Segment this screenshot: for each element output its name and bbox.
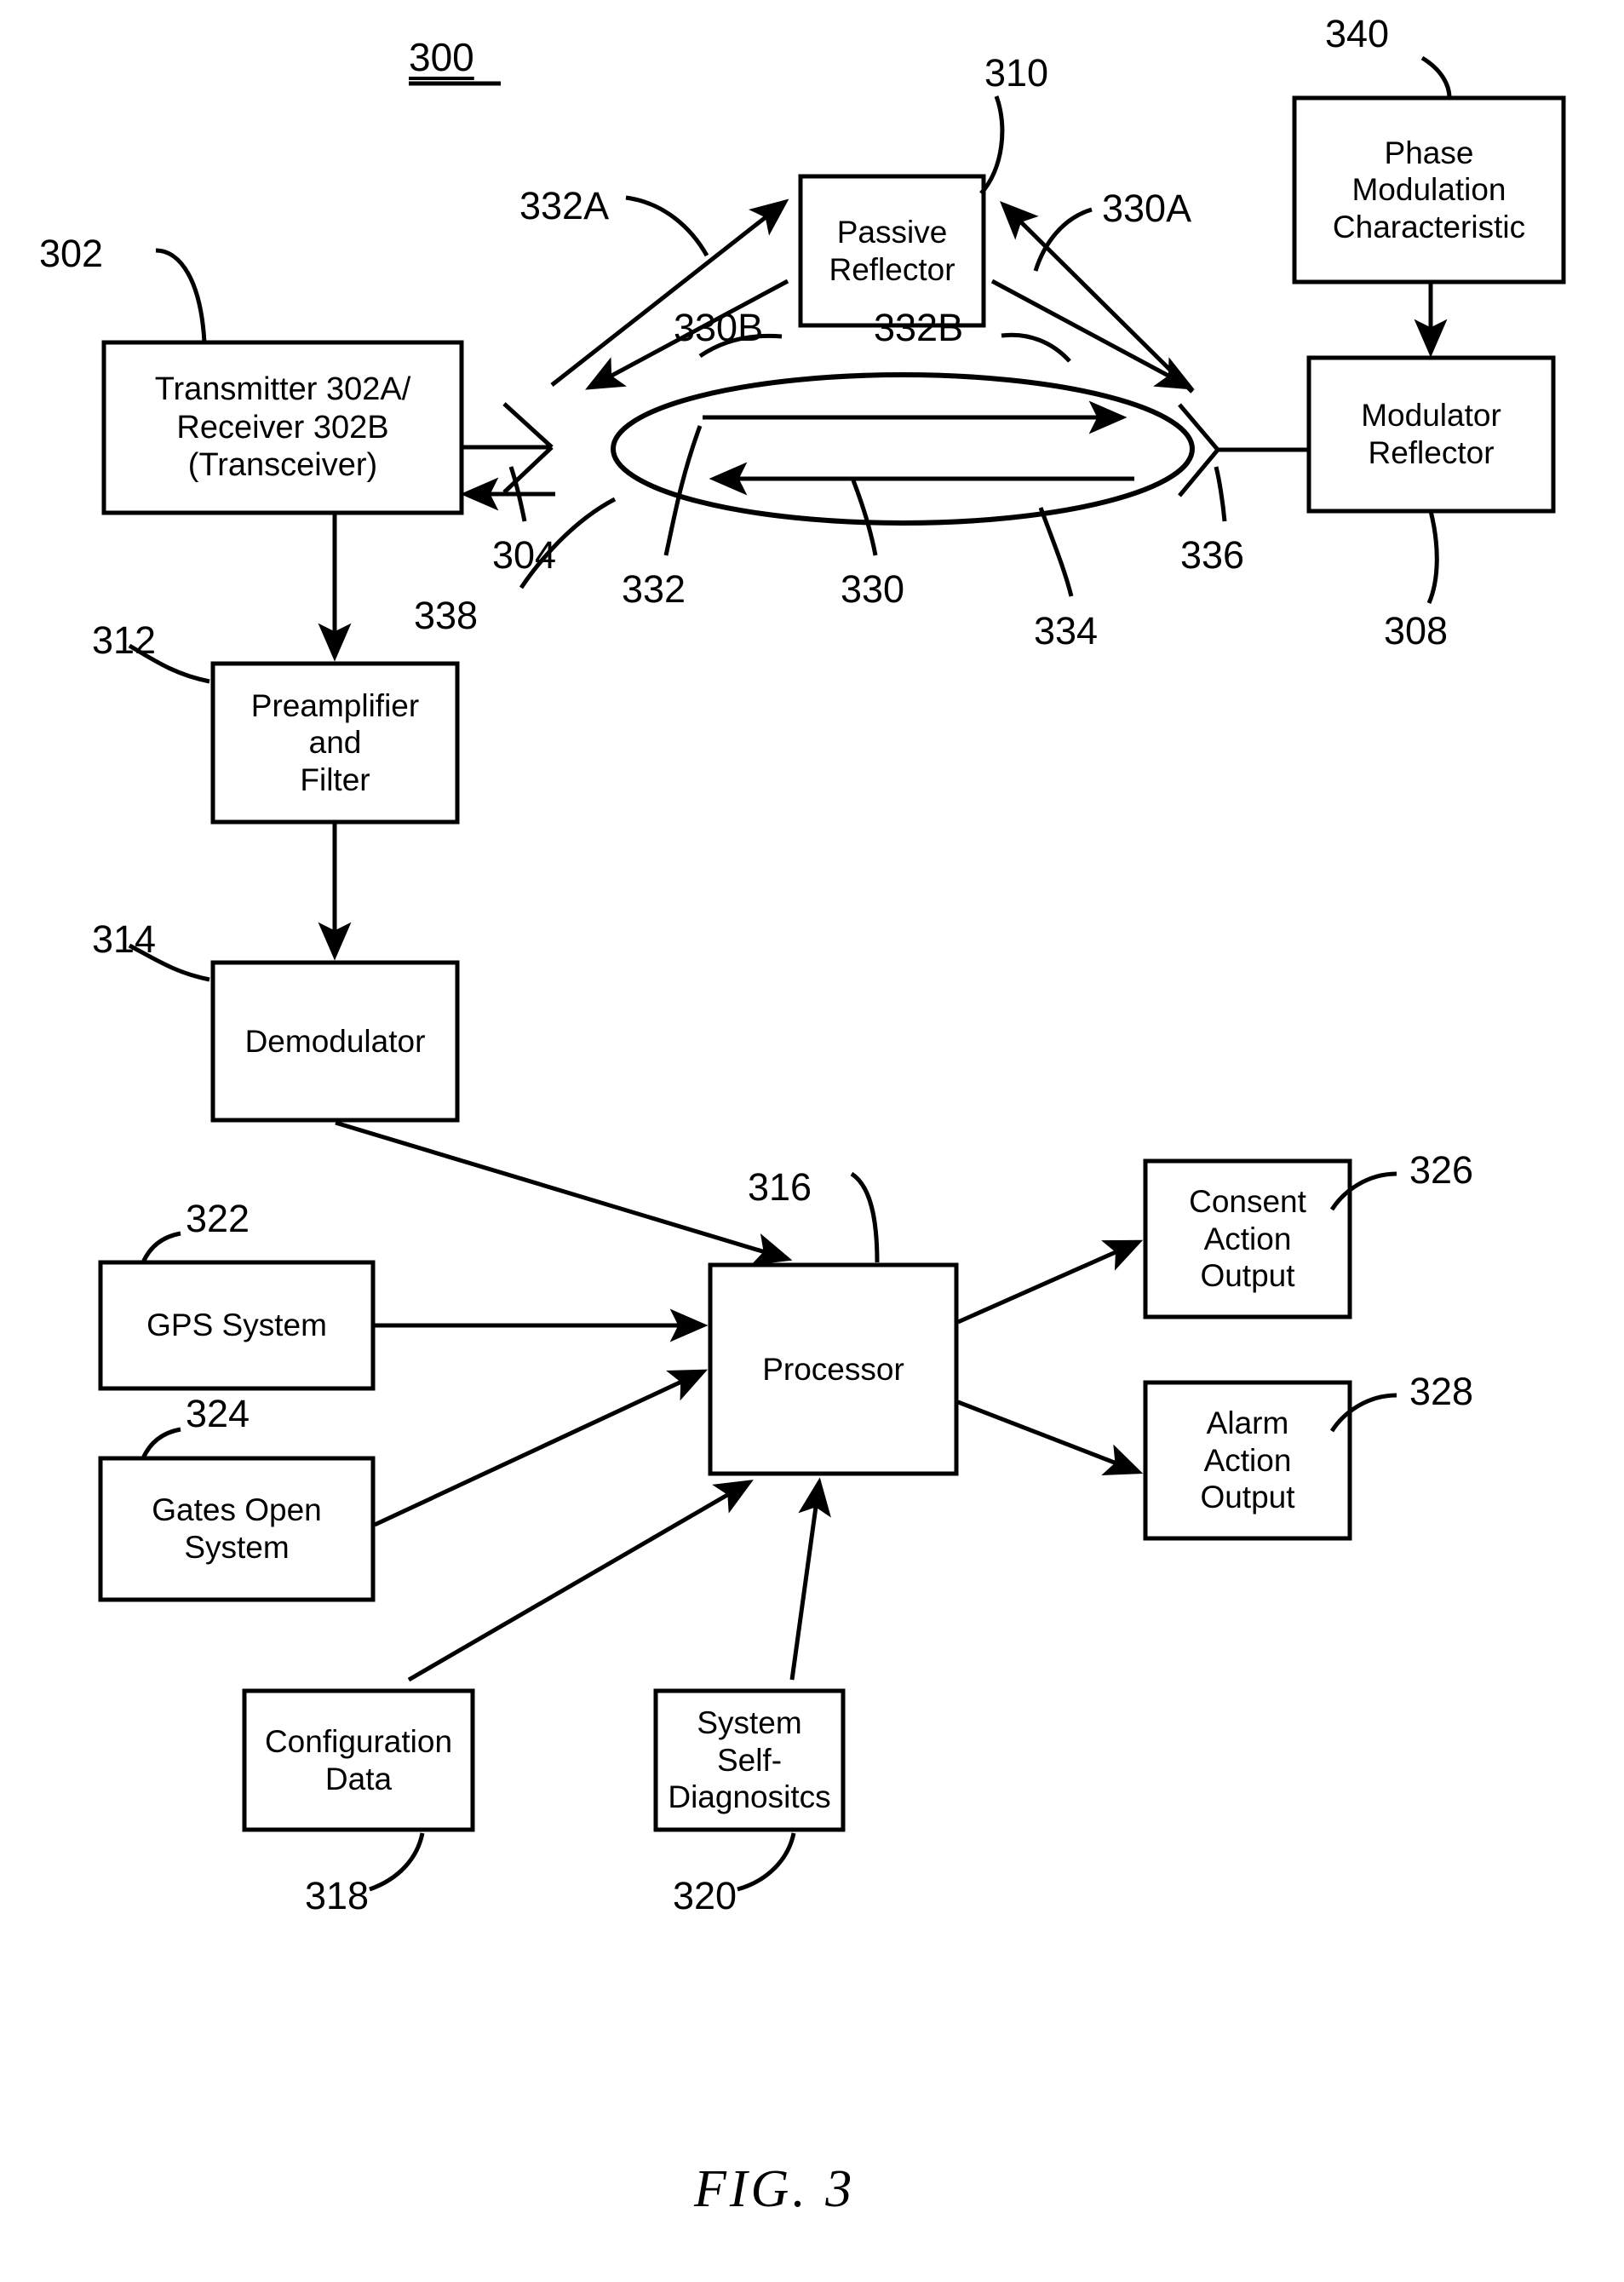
leader-332A bbox=[625, 195, 709, 257]
boxes-layer bbox=[98, 95, 1566, 1832]
reference-numeral-330B: 330B bbox=[674, 306, 764, 349]
box-transceiver bbox=[101, 340, 464, 515]
leader-326 bbox=[1329, 1171, 1397, 1211]
reference-numeral-328: 328 bbox=[1409, 1370, 1474, 1413]
reference-numeral-302: 302 bbox=[39, 232, 104, 275]
box-processor bbox=[708, 1262, 959, 1476]
leader-320 bbox=[737, 1832, 796, 1892]
connectors-layer bbox=[128, 55, 1452, 1892]
reference-numeral-332A: 332A bbox=[519, 184, 610, 227]
leader-302 bbox=[155, 248, 207, 343]
reference-numeral-322: 322 bbox=[186, 1197, 250, 1240]
arrow-332A bbox=[550, 198, 789, 387]
reference-numeral-308: 308 bbox=[1384, 609, 1449, 652]
reference-numeral-320: 320 bbox=[673, 1874, 737, 1917]
box-modulator_reflector bbox=[1306, 355, 1556, 514]
box-system_self_diag bbox=[653, 1688, 846, 1832]
reference-numeral-330: 330 bbox=[841, 567, 905, 611]
leader-332 bbox=[663, 425, 703, 556]
arrow-config-to-processor bbox=[407, 1480, 754, 1682]
leader-308 bbox=[1426, 510, 1439, 604]
leader-324 bbox=[141, 1427, 181, 1460]
figure-number-300: 300 bbox=[409, 35, 474, 79]
box-preamp_filter bbox=[210, 661, 460, 825]
arrow-demod-to-processor bbox=[335, 1120, 793, 1266]
reference-numeral-304: 304 bbox=[492, 533, 557, 577]
reference-numeral-324: 324 bbox=[186, 1392, 250, 1435]
arrow-330A bbox=[1000, 201, 1194, 394]
leader-322 bbox=[141, 1231, 181, 1264]
box-alarm_action bbox=[1143, 1380, 1352, 1541]
box-passive_reflector bbox=[798, 174, 986, 328]
leader-336 bbox=[1214, 466, 1227, 522]
propagation-ellipse bbox=[611, 372, 1195, 526]
patent-figure-3: 300 Transmitter 302A/ Receiver 302B (Tra… bbox=[0, 0, 1624, 2282]
reference-numeral-338: 338 bbox=[414, 594, 479, 637]
reference-numeral-326: 326 bbox=[1409, 1148, 1474, 1192]
box-gates_open_system bbox=[98, 1456, 376, 1602]
reference-numeral-336: 336 bbox=[1180, 533, 1245, 577]
arrow-gates-to-processor bbox=[373, 1369, 709, 1527]
reference-numeral-310: 310 bbox=[984, 51, 1049, 95]
leader-332B bbox=[1001, 332, 1071, 363]
modulator-antenna-lower-arm bbox=[1178, 448, 1219, 497]
modulator-antenna-upper-arm bbox=[1178, 403, 1219, 451]
figure-vector-canvas bbox=[98, 55, 1566, 1892]
arrow-processor-to-consent bbox=[956, 1239, 1144, 1325]
arrow-diag-to-processor bbox=[789, 1477, 831, 1681]
transceiver-antenna-upper-arm bbox=[502, 402, 554, 449]
reference-numeral-312: 312 bbox=[92, 618, 157, 662]
figure-caption: FIG. 3 bbox=[694, 2160, 856, 2218]
box-phase_mod_char bbox=[1292, 95, 1566, 285]
reference-numeral-316: 316 bbox=[748, 1165, 812, 1209]
reference-numeral-332B: 332B bbox=[874, 306, 964, 349]
reference-numeral-314: 314 bbox=[92, 917, 157, 961]
reference-numeral-340: 340 bbox=[1325, 12, 1390, 55]
reference-numeral-318: 318 bbox=[305, 1874, 370, 1917]
leader-334 bbox=[1038, 507, 1074, 597]
box-gps_system bbox=[98, 1260, 376, 1391]
box-consent_action bbox=[1143, 1158, 1352, 1319]
reference-numeral-334: 334 bbox=[1034, 609, 1099, 652]
reference-numeral-330A: 330A bbox=[1102, 187, 1192, 230]
box-configuration_data bbox=[242, 1688, 475, 1832]
reference-numeral-332: 332 bbox=[622, 567, 686, 611]
arrow-processor-to-alarm bbox=[957, 1400, 1144, 1475]
leader-328 bbox=[1329, 1393, 1397, 1433]
box-demodulator bbox=[210, 960, 460, 1123]
leader-330 bbox=[851, 480, 878, 556]
leader-316 bbox=[850, 1171, 880, 1263]
leader-318 bbox=[369, 1832, 425, 1892]
leader-340 bbox=[1420, 55, 1452, 99]
